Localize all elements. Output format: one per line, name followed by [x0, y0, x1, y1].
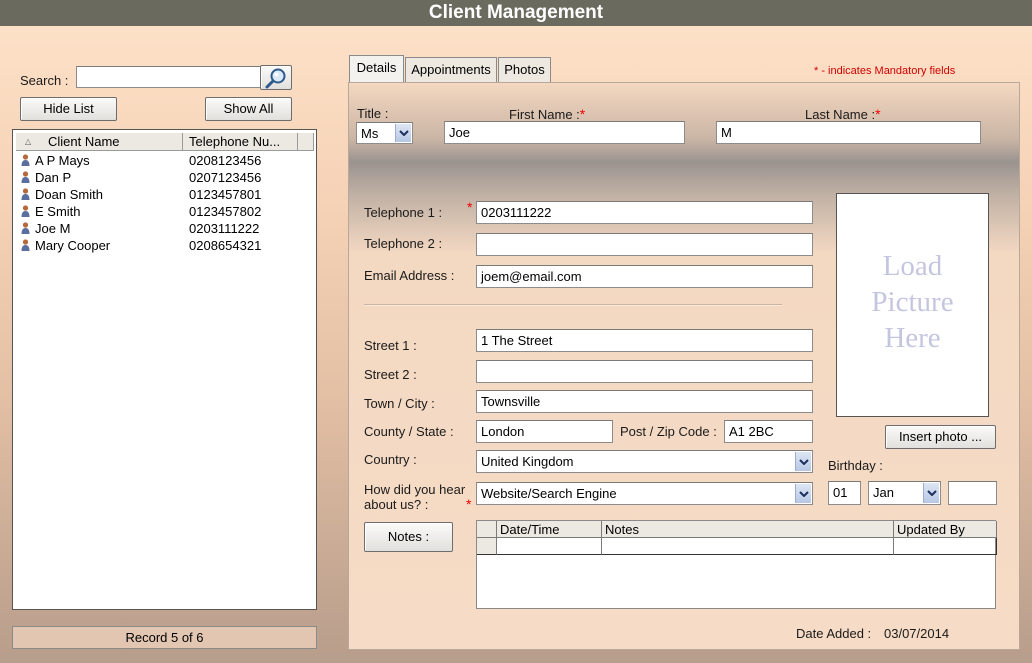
title-select[interactable]: Ms: [356, 122, 413, 144]
title-label: Title :: [357, 106, 389, 121]
column-header-client-name[interactable]: △ Client Name: [16, 133, 183, 151]
tab-photos[interactable]: Photos: [498, 57, 551, 82]
magnifier-icon: [265, 68, 286, 89]
client-name: Joe M: [35, 221, 71, 236]
chevron-down-icon: [923, 483, 939, 503]
list-item[interactable]: Doan Smith 0123457801: [13, 186, 313, 203]
email-field[interactable]: joem@email.com: [476, 265, 813, 288]
client-phone: 0208123456: [189, 153, 262, 168]
date-added-label: Date Added :: [796, 626, 872, 641]
row-header[interactable]: [477, 538, 497, 555]
show-all-button[interactable]: Show All: [205, 97, 292, 121]
list-item[interactable]: Joe M 0203111222: [13, 220, 313, 237]
telephone1-label: Telephone 1 :: [364, 205, 443, 220]
mandatory-note: * - indicates Mandatory fields: [814, 65, 956, 77]
list-item[interactable]: A P Mays 0208123456: [13, 152, 313, 169]
notes-grid[interactable]: Date/Time Notes Updated By: [476, 520, 997, 609]
search-label: Search :: [20, 73, 69, 88]
birthday-year-field[interactable]: [948, 481, 997, 505]
client-name: Mary Cooper: [35, 238, 111, 253]
list-item[interactable]: Dan P 0207123456: [13, 169, 313, 186]
person-icon: [21, 171, 30, 183]
search-input[interactable]: [76, 66, 262, 88]
postcode-field[interactable]: A1 2BC: [724, 420, 813, 443]
sort-ascending-icon: △: [25, 137, 32, 146]
record-status: Record 5 of 6: [12, 626, 317, 649]
country-label: Country :: [364, 452, 417, 467]
client-phone: 0123457802: [189, 204, 262, 219]
list-item[interactable]: E Smith 0123457802: [13, 203, 313, 220]
telephone2-label: Telephone 2 :: [364, 236, 443, 251]
client-name: A P Mays: [35, 153, 90, 168]
birthday-day-field[interactable]: 01: [828, 481, 861, 505]
heard-about-required-marker: *: [466, 496, 472, 512]
client-name: Dan P: [35, 170, 72, 185]
client-phone: 0203111222: [189, 221, 260, 236]
heard-about-label: How did you hear about us? :: [364, 482, 466, 512]
client-phone: 0208654321: [189, 238, 262, 253]
column-header-notes[interactable]: Notes: [602, 521, 894, 538]
town-label: Town / City :: [364, 396, 435, 411]
table-cell[interactable]: [894, 538, 997, 555]
telephone2-field[interactable]: [476, 233, 813, 256]
street2-label: Street 2 :: [364, 367, 417, 382]
county-field[interactable]: London: [476, 420, 613, 443]
column-header-updated-by[interactable]: Updated By: [894, 521, 997, 538]
tab-details[interactable]: Details: [349, 55, 404, 83]
person-icon: [21, 188, 30, 200]
chevron-down-icon: [795, 452, 811, 471]
insert-photo-button[interactable]: Insert photo ...: [885, 425, 996, 449]
chevron-down-icon: [795, 484, 811, 503]
street1-label: Street 1 :: [364, 338, 417, 353]
email-label: Email Address :: [364, 268, 455, 283]
photo-frame[interactable]: Load Picture Here: [836, 193, 989, 417]
last-name-label: Last Name :*: [805, 106, 881, 122]
table-cell[interactable]: [497, 538, 602, 555]
table-cell[interactable]: [602, 538, 894, 555]
search-button[interactable]: [260, 65, 292, 90]
last-name-field[interactable]: M: [716, 121, 981, 144]
date-added-value: 03/07/2014: [884, 626, 950, 641]
client-phone: 0207123456: [189, 170, 262, 185]
row-header-corner: [477, 521, 497, 538]
person-icon: [21, 222, 30, 234]
list-item[interactable]: Mary Cooper 0208654321: [13, 237, 313, 254]
heard-about-select[interactable]: Website/Search Engine: [476, 482, 813, 505]
street1-field[interactable]: 1 The Street: [476, 329, 813, 352]
country-select[interactable]: United Kingdom: [476, 450, 813, 473]
tab-appointments[interactable]: Appointments: [405, 57, 497, 82]
column-header-filler: [298, 133, 314, 151]
person-icon: [21, 205, 30, 217]
hide-list-button[interactable]: Hide List: [20, 97, 117, 121]
town-field[interactable]: Townsville: [476, 390, 813, 413]
first-name-field[interactable]: Joe: [444, 121, 685, 144]
client-name: E Smith: [35, 204, 81, 219]
county-label: County / State :: [364, 424, 454, 439]
first-name-label: First Name :*: [509, 106, 586, 122]
section-divider: [364, 304, 782, 306]
birthday-month-select[interactable]: Jan: [868, 481, 941, 505]
street2-field[interactable]: [476, 360, 813, 383]
person-icon: [21, 239, 30, 251]
client-phone: 0123457801: [189, 187, 262, 202]
photo-placeholder: Load Picture Here: [871, 250, 954, 354]
postcode-label: Post / Zip Code :: [620, 424, 717, 439]
client-list[interactable]: △ Client Name Telephone Nu... A P Mays 0…: [12, 129, 317, 610]
telephone1-required-marker: *: [467, 199, 473, 215]
client-name: Doan Smith: [35, 187, 103, 202]
telephone1-field[interactable]: 0203111222: [476, 201, 813, 224]
column-header-datetime[interactable]: Date/Time: [497, 521, 602, 538]
person-icon: [21, 154, 30, 166]
chevron-down-icon: [395, 124, 411, 142]
column-header-telephone[interactable]: Telephone Nu...: [183, 133, 298, 151]
birthday-label: Birthday :: [828, 458, 883, 473]
window-title: Client Management: [0, 0, 1032, 26]
notes-button[interactable]: Notes :: [364, 522, 453, 552]
